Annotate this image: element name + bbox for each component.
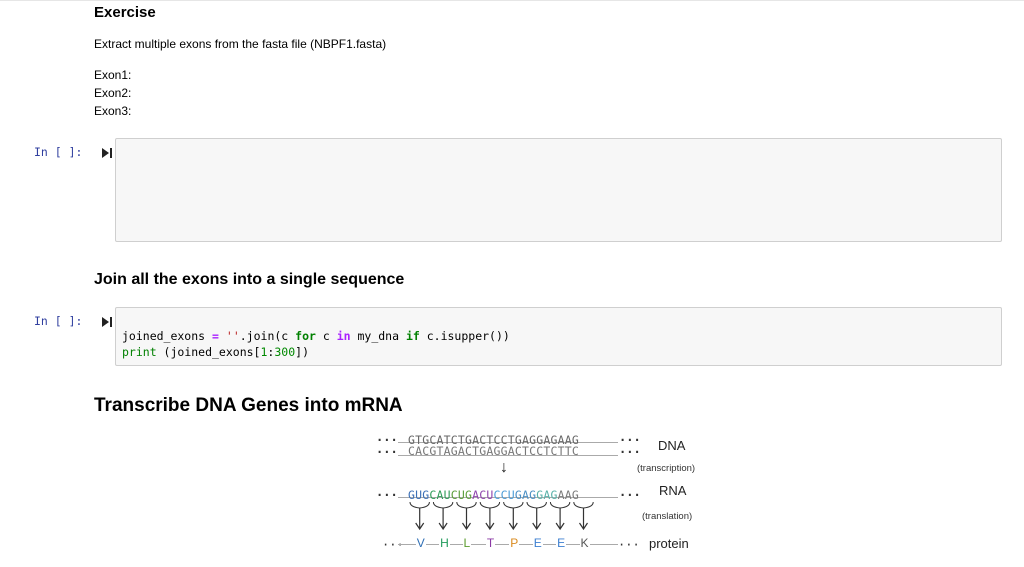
cell2-code-input[interactable]: joined_exons = ''.join(c for c in my_dna… — [115, 307, 1002, 366]
codon-bracket — [479, 501, 501, 509]
run-cell-icon[interactable] — [101, 315, 115, 327]
codon-bracket — [549, 501, 571, 509]
codon-bracket — [432, 501, 454, 509]
dna-label: DNA — [658, 438, 686, 453]
transcribe-heading: Transcribe DNA Genes into mRNA — [94, 395, 403, 416]
ellipsis-dots: ··· — [376, 488, 398, 502]
dna-template-strand: CACGTAGACTGAGGACTCCTCTTC — [408, 444, 579, 458]
codon-bracket — [573, 501, 594, 509]
amino-acid: P — [509, 536, 520, 550]
run-cell-icon[interactable] — [101, 146, 115, 158]
transcription-label: (transcription) — [637, 463, 696, 474]
translation-arrow-icon — [508, 508, 518, 531]
ellipsis-dots: ··· — [382, 538, 404, 552]
ellipsis-dots: ··· — [376, 445, 398, 459]
transcription-arrow-icon: ↓ — [500, 459, 508, 476]
amino-acid: V — [415, 536, 426, 550]
amino-acid: E — [556, 536, 567, 550]
central-dogma-diagram: ··· ··· GTGCATCTGACTCCTGAGGAGAAG CACGTAG… — [372, 430, 722, 560]
translation-arrow-icon — [438, 508, 448, 531]
amino-acid: H — [439, 536, 450, 550]
translation-arrow-icon — [532, 508, 542, 531]
exon1-label: Exon1: — [94, 68, 132, 82]
translation-label: (translation) — [642, 511, 693, 522]
translation-arrow-icon — [462, 508, 471, 531]
translation-arrow-icon — [485, 508, 495, 531]
exon2-label: Exon2: — [94, 86, 132, 100]
codon-bracket — [526, 501, 547, 509]
codon-bracket — [456, 501, 477, 509]
exon3-label: Exon3: — [94, 104, 132, 118]
code-line-1: joined_exons = ''.join(c for c in my_dna… — [122, 329, 510, 343]
cell2-prompt: In [ ]: — [34, 314, 83, 328]
exercise-instruction: Extract multiple exons from the fasta fi… — [94, 37, 387, 51]
cell1-prompt: In [ ]: — [34, 145, 83, 159]
ellipsis-dots: ··· — [619, 488, 641, 502]
ellipsis-dots: ··· — [618, 538, 640, 552]
translation-arrow-icon — [555, 508, 565, 531]
codon-bracket — [409, 501, 430, 509]
cell1-code-input[interactable] — [115, 138, 1002, 242]
ellipsis-dots: ··· — [619, 445, 641, 459]
amino-acid: T — [485, 536, 496, 550]
protein-label: protein — [649, 536, 689, 551]
translation-arrow-icon — [579, 508, 588, 531]
amino-acid: E — [532, 536, 543, 550]
protein-chain: VHLTPEEK — [408, 536, 618, 552]
code-line-2: print (joined_exons[1:300]) — [122, 345, 309, 359]
top-border — [0, 0, 1024, 1]
codon-translation-arrows — [409, 501, 594, 531]
rna-label: RNA — [659, 483, 687, 498]
exercise-heading: Exercise — [94, 4, 156, 21]
amino-acid: K — [579, 536, 590, 550]
join-heading: Join all the exons into a single sequenc… — [94, 271, 405, 288]
translation-arrow-icon — [415, 508, 425, 531]
codon-bracket — [503, 501, 524, 509]
amino-acid: L — [462, 536, 472, 550]
